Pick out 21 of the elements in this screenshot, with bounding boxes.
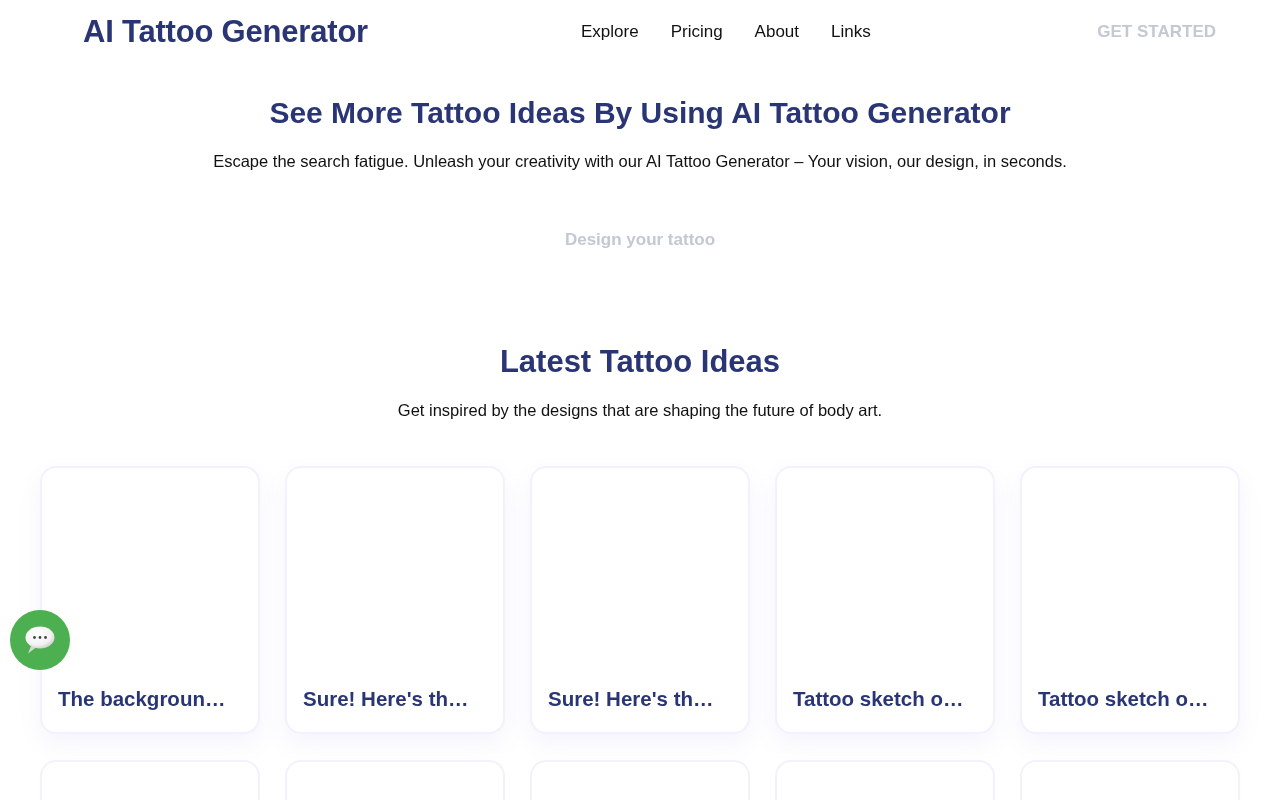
- nav-link[interactable]: Explore: [581, 22, 639, 42]
- hero-subtitle: Escape the search fatigue. Unleash your creativity with our AI Tattoo Generator – Your vision, our design, in seconds.: [213, 151, 1067, 172]
- section-subtitle: Get inspired by the designs that are shaping the future of body art.: [397, 400, 883, 421]
- nav-link[interactable]: Pricing: [670, 22, 723, 42]
- hero-title: See More Tattoo Ideas By Using AI Tattoo Generator: [269, 95, 1011, 131]
- site-logo[interactable]: AI Tattoo Generator: [83, 14, 368, 50]
- card-title: The backgroun…: [58, 686, 227, 712]
- card-title: Tattoo sketch o…: [1038, 686, 1210, 712]
- idea-card[interactable]: The backgroun…: [40, 466, 260, 734]
- card-title: Tattoo sketch o…: [793, 686, 965, 712]
- nav-link[interactable]: Links: [831, 22, 871, 42]
- idea-card[interactable]: Tattoo sketch o…: [1020, 466, 1240, 734]
- chat-button[interactable]: [10, 610, 70, 670]
- speech-bubble-icon: [25, 626, 55, 654]
- idea-card[interactable]: Tattoo sketch o…: [775, 466, 995, 734]
- card-title: Sure! Here's th…: [548, 686, 715, 712]
- nav-link[interactable]: About: [754, 22, 800, 42]
- card-title: Sure! Here's th…: [303, 686, 470, 712]
- section-title: Latest Tattoo Ideas: [499, 344, 781, 380]
- idea-card[interactable]: Sure! Here's th…: [530, 466, 750, 734]
- idea-card[interactable]: Sure! Here's th…: [285, 466, 505, 734]
